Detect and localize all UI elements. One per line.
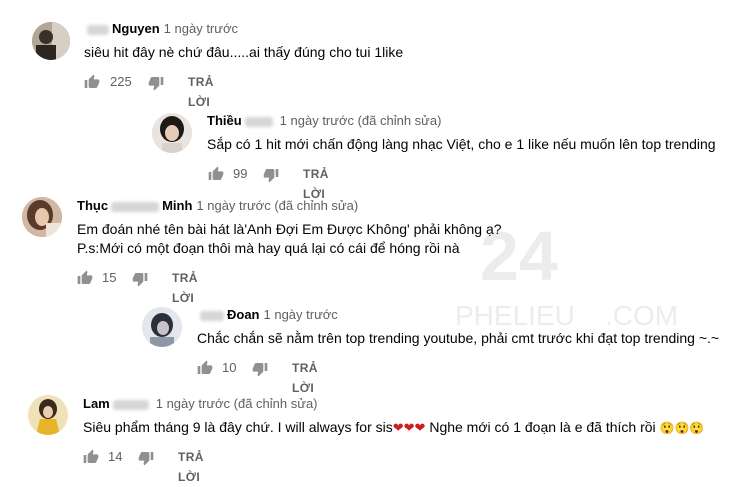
comment-text-tail: Nghe mới có 1 đoạn là e đã thích rồi [425,419,660,435]
comment-text-main: Siêu phẩm tháng 9 là đây chứ. I will alw… [83,419,393,435]
comment-text-line-2: P.s:Mới có một đoạn thôi mà hay quá lại … [77,240,460,256]
avatar-image [142,307,182,347]
author-first-name[interactable]: Thục [77,198,108,213]
author-name[interactable]: Lam [83,396,110,411]
blurred-name [112,399,149,410]
thumb-up-icon[interactable] [77,270,93,286]
thumb-up-icon[interactable] [208,166,224,182]
like-count: 15 [102,270,117,285]
watermark-word: PHELIEU [455,300,575,331]
blurred-name [87,24,109,35]
comment-text: Sắp có 1 hit mới chấn động làng nhạc Việ… [207,136,716,152]
thumb-down-icon[interactable] [132,271,148,287]
avatar-image [28,395,68,435]
comment-text: siêu hit đây nè chứ đâu.....ai thấy đúng… [84,44,404,60]
comment-header: Lam 1 ngày trước (đã chỉnh sửa) [83,396,318,412]
avatar[interactable] [152,113,192,153]
blurred-name [244,116,273,127]
thumb-down-icon[interactable] [252,361,268,377]
blurred-name [111,201,160,212]
author-name[interactable]: Nguyen [112,21,160,36]
comment-header: Đoan 1 ngày trước [197,307,338,323]
thumb-up-icon[interactable] [83,449,99,465]
avatar[interactable] [22,197,62,237]
watermark-suffix: .COM [605,300,678,331]
author-last-name[interactable]: Minh [162,198,192,213]
comment-header: Nguyen 1 ngày trước [84,21,238,37]
comment-header: Thiều 1 ngày trước (đã chỉnh sửa) [207,113,441,129]
thumb-up-icon[interactable] [197,360,213,376]
author-name[interactable]: Đoan [227,307,260,322]
comment-text: Chắc chắn sẽ nằm trên top trending youtu… [197,330,720,346]
timestamp[interactable]: 1 ngày trước [264,307,338,322]
like-count: 225 [110,74,132,89]
reply-button[interactable]: TRẢ LỜI [172,268,198,308]
timestamp[interactable]: 1 ngày trước (đã chỉnh sửa) [156,396,318,411]
comment-header: Thục Minh 1 ngày trước (đã chỉnh sửa) [77,198,358,214]
avatar-image [22,197,62,237]
avatar[interactable] [32,22,70,60]
like-count: 10 [222,360,237,375]
reply-button[interactable]: TRẢ LỜI [292,358,318,398]
reply-button[interactable]: TRẢ LỜI [178,447,204,487]
surprised-emoji: 😲😲😲 [659,421,705,435]
thumb-down-icon[interactable] [138,450,154,466]
comment-text: Siêu phẩm tháng 9 là đây chứ. I will alw… [83,417,704,438]
avatar-image [32,22,70,60]
thumb-down-icon[interactable] [263,167,279,183]
timestamp[interactable]: 1 ngày trước (đã chỉnh sửa) [196,198,358,213]
thumb-up-icon[interactable] [84,74,100,90]
author-name[interactable]: Thiều [207,113,242,128]
like-count: 14 [108,449,123,464]
like-count: 99 [233,166,248,181]
avatar[interactable] [142,307,182,347]
timestamp[interactable]: 1 ngày trước (đã chỉnh sửa) [280,113,442,128]
avatar-image [152,113,192,153]
timestamp[interactable]: 1 ngày trước [164,21,238,36]
comment-text-line-1: Em đoán nhé tên bài hát là'Anh Đợi Em Đư… [77,221,502,237]
reply-button[interactable]: TRẢ LỜI [188,72,214,112]
blurred-name [200,310,224,321]
thumb-down-icon[interactable] [148,75,164,91]
heart-emoji: ❤❤❤ [392,420,426,435]
avatar[interactable] [28,395,68,435]
